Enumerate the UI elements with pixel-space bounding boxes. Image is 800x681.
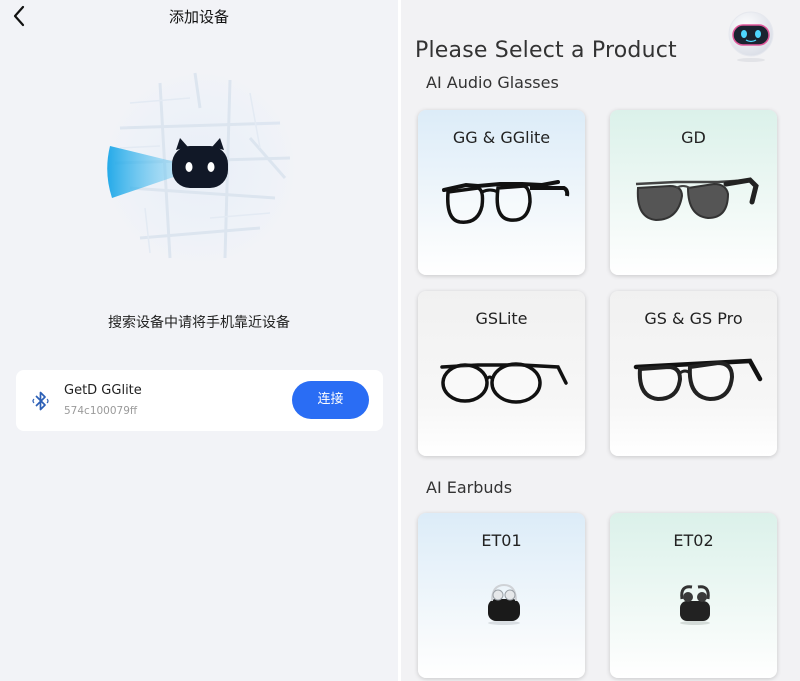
product-card-gd[interactable]: GD bbox=[610, 110, 777, 275]
add-device-screen: 添加设备 搜索设备中请将手机靠近设备 GetD GGlite 574c10007… bbox=[0, 0, 398, 681]
page-title: 添加设备 bbox=[168, 8, 229, 26]
device-id: 574c100079ff bbox=[64, 405, 138, 417]
product-card-gs-gs-pro[interactable]: GS & GS Pro bbox=[610, 291, 777, 456]
searching-hint: 搜索设备中请将手机靠近设备 bbox=[108, 315, 290, 331]
product-card-et02[interactable]: ET02 bbox=[610, 513, 777, 678]
aviator-sunglasses-icon bbox=[635, 177, 759, 222]
product-card-et01[interactable]: ET01 bbox=[418, 513, 585, 678]
product-card-gg-gglite[interactable]: GG & GGlite bbox=[418, 110, 585, 275]
page-title: Please Select a Product bbox=[415, 38, 677, 63]
device-list-item[interactable]: GetD GGlite 574c100079ff 连接 bbox=[16, 370, 383, 431]
earbuds-case-icon bbox=[680, 585, 710, 625]
glasses-icon bbox=[440, 362, 568, 404]
select-product-screen: Please Select a Product AI Audio Glasses… bbox=[401, 0, 800, 681]
connect-button[interactable]: 连接 bbox=[292, 381, 369, 419]
earbuds-case-icon bbox=[488, 583, 520, 625]
device-name: GetD GGlite bbox=[64, 383, 142, 398]
bluetooth-icon bbox=[32, 391, 49, 411]
glasses-icon bbox=[442, 180, 570, 224]
product-card-gslite[interactable]: GSLite bbox=[418, 291, 585, 456]
glasses-icon bbox=[633, 358, 763, 402]
searching-radar-illustration bbox=[102, 70, 298, 266]
robot-avatar-icon[interactable] bbox=[723, 8, 779, 64]
section-title-earbuds: AI Earbuds bbox=[426, 478, 513, 497]
section-title-audio-glasses: AI Audio Glasses bbox=[426, 73, 559, 92]
